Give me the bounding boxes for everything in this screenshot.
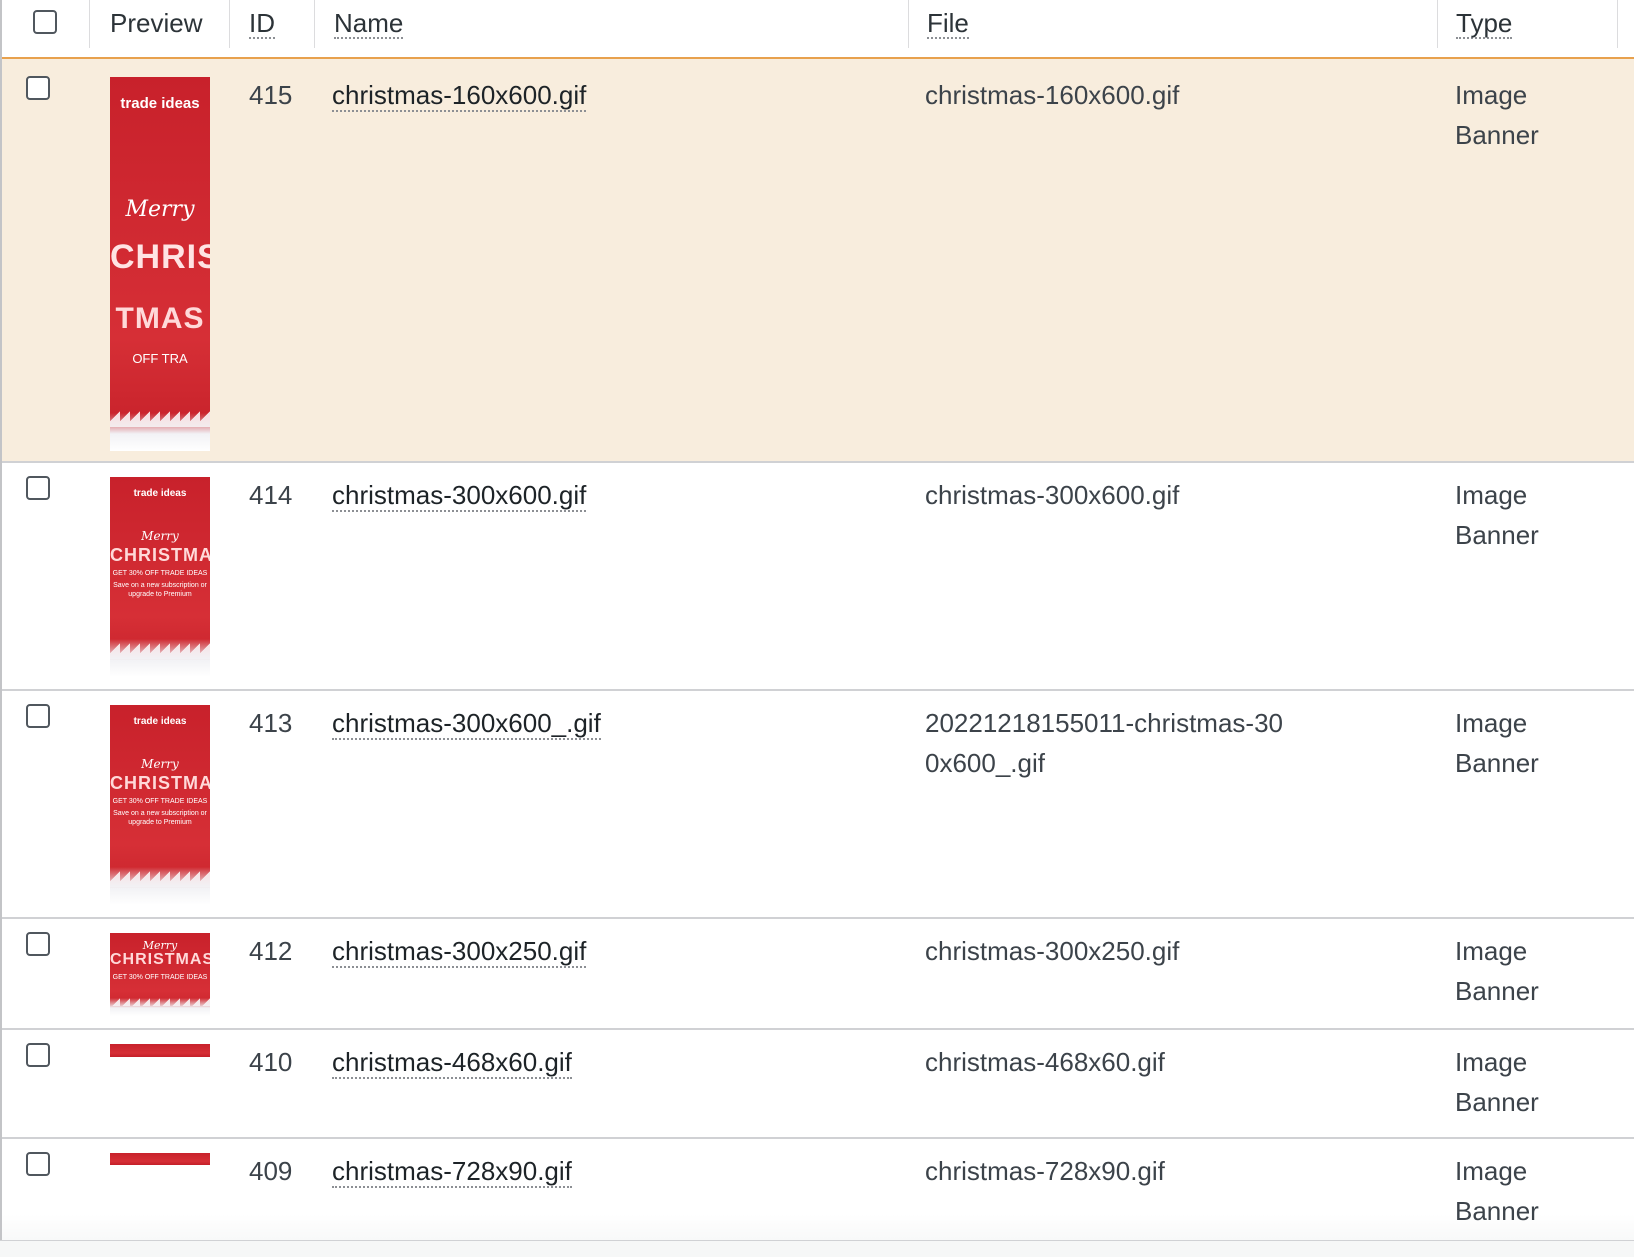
row-id: 413 <box>249 708 293 738</box>
row-file: christmas-160x600.gif <box>925 80 1180 110</box>
table-row[interactable]: 410 christmas-468x60.gif christmas-468x6… <box>2 1030 1634 1139</box>
preview-logo-text: trade ideas <box>120 95 200 112</box>
row-name-link[interactable]: christmas-300x600.gif <box>332 475 587 515</box>
row-name-link[interactable]: christmas-468x60.gif <box>332 1042 572 1082</box>
row-name-text[interactable]: christmas-300x250.gif <box>332 936 587 968</box>
preview-christmas: CHRIS <box>110 238 210 276</box>
row-type: Image Banner <box>1455 80 1539 150</box>
row-file: christmas-728x90.gif <box>925 1156 1165 1186</box>
header-file-label[interactable]: File <box>927 9 969 39</box>
row-name-text[interactable]: christmas-728x90.gif <box>332 1156 572 1188</box>
preview-merry: Merry <box>141 757 179 771</box>
row-type: Image Banner <box>1455 708 1539 778</box>
preview-offer: GET 30% OFF TRADE IDEAS <box>112 570 208 577</box>
banner-thumbnail-icon[interactable]: Merry CHRISTMAS GET 30% OFF TRADE IDEAS <box>110 933 210 1016</box>
header-name[interactable]: Name <box>315 0 909 48</box>
banner-thumbnail-icon[interactable] <box>110 1044 210 1057</box>
preview-subline: Save on a new subscription or upgrade to… <box>113 810 207 826</box>
row-checkbox[interactable] <box>26 76 50 100</box>
row-id: 410 <box>249 1047 293 1077</box>
row-name-link[interactable]: christmas-160x600.gif <box>332 75 587 115</box>
table-row[interactable]: trade ideas Merry CHRISTMAS GET 30% OFF … <box>2 691 1634 919</box>
row-type: Image Banner <box>1455 1156 1539 1226</box>
header-id[interactable]: ID <box>230 0 315 48</box>
row-id: 412 <box>249 936 293 966</box>
row-name-text[interactable]: christmas-300x600.gif <box>332 480 587 512</box>
row-name-link[interactable]: christmas-728x90.gif <box>332 1151 572 1191</box>
row-id: 414 <box>249 480 293 510</box>
preview-subline: Save on a new subscription or upgrade to… <box>113 582 207 598</box>
row-name-text[interactable]: christmas-468x60.gif <box>332 1047 572 1079</box>
row-checkbox[interactable] <box>26 1043 50 1067</box>
row-file: christmas-300x600.gif <box>925 480 1180 510</box>
header-preview: Preview <box>90 0 230 48</box>
preview-offer: OFF TRA <box>132 351 188 366</box>
preview-logo-text: trade ideas <box>133 488 187 499</box>
table-footer-strip <box>0 1240 1634 1257</box>
header-id-label[interactable]: ID <box>249 9 275 39</box>
select-all-checkbox[interactable] <box>33 10 57 34</box>
header-checkbox-cell <box>2 0 90 48</box>
preview-merry: Merry <box>125 197 195 222</box>
row-id: 409 <box>249 1156 293 1186</box>
table-row[interactable]: trade ideas Merry CHRISTMAS GET 30% OFF … <box>2 463 1634 691</box>
row-file: 20221218155011-christmas-300x600_.gif <box>925 708 1283 778</box>
header-file[interactable]: File <box>909 0 1438 48</box>
preview-offer: GET 30% OFF TRADE IDEAS <box>112 798 208 805</box>
header-name-label[interactable]: Name <box>334 9 404 39</box>
header-type-label[interactable]: Type <box>1456 9 1513 39</box>
row-name-link[interactable]: christmas-300x600_.gif <box>332 703 601 743</box>
table-row[interactable]: 409 christmas-728x90.gif christmas-728x9… <box>2 1139 1634 1249</box>
row-id: 415 <box>249 80 293 110</box>
header-type[interactable]: Type <box>1438 0 1618 48</box>
row-file: christmas-300x250.gif <box>925 936 1180 966</box>
preview-christmas: CHRISTMAS <box>110 773 210 793</box>
row-file: christmas-468x60.gif <box>925 1047 1165 1077</box>
row-type: Image Banner <box>1455 1047 1539 1117</box>
table-row[interactable]: Merry CHRISTMAS GET 30% OFF TRADE IDEAS … <box>2 919 1634 1030</box>
preview-offer: GET 30% OFF TRADE IDEAS <box>112 974 208 981</box>
row-type: Image Banner <box>1455 480 1539 550</box>
banner-thumbnail-icon[interactable]: trade ideas Merry CHRISTMAS GET 30% OFF … <box>110 705 210 905</box>
preview-christmas-2: TMAS <box>115 302 205 335</box>
row-checkbox[interactable] <box>26 932 50 956</box>
banner-thumbnail-icon[interactable]: trade ideas Merry CHRIS TMAS OFF TRA <box>110 77 210 451</box>
row-checkbox[interactable] <box>26 1152 50 1176</box>
row-name-link[interactable]: christmas-300x250.gif <box>332 931 587 971</box>
banner-thumbnail-icon[interactable]: trade ideas Merry CHRISTMAS GET 30% OFF … <box>110 477 210 677</box>
table-header: Preview ID Name File Type <box>2 0 1634 59</box>
row-type: Image Banner <box>1455 936 1539 1006</box>
preview-logo-text: trade ideas <box>133 716 187 727</box>
preview-merry: Merry <box>141 529 179 543</box>
row-checkbox[interactable] <box>26 476 50 500</box>
banner-thumbnail-icon[interactable] <box>110 1153 210 1165</box>
preview-christmas: CHRISTMAS <box>110 951 210 968</box>
preview-christmas: CHRISTMAS <box>110 545 210 565</box>
table-row[interactable]: trade ideas Merry CHRIS TMAS OFF TRA 415… <box>2 59 1634 463</box>
row-name-text[interactable]: christmas-160x600.gif <box>332 80 587 112</box>
header-preview-label: Preview <box>110 8 203 38</box>
banners-table: Preview ID Name File Type trade ideas Me… <box>0 0 1634 1249</box>
row-checkbox[interactable] <box>26 704 50 728</box>
row-name-text[interactable]: christmas-300x600_.gif <box>332 708 601 740</box>
